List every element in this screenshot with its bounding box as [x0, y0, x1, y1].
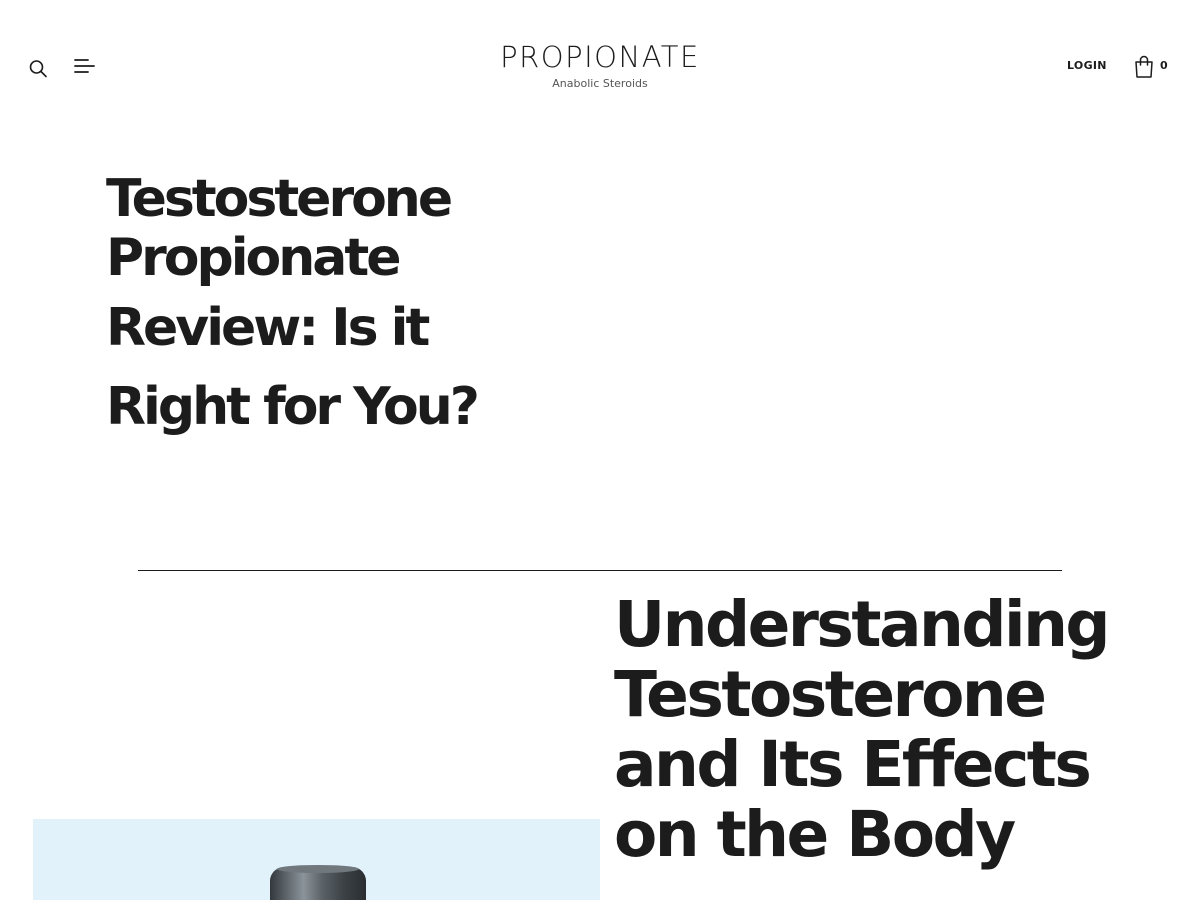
page-title: Testosterone Propionate Review: Is it Ri… — [106, 170, 576, 447]
section-heading: Understanding Testosterone and Its Effec… — [614, 588, 1111, 871]
site-logo[interactable]: PROPIONATE Anabolic Steroids — [400, 40, 800, 92]
site-header: PROPIONATE Anabolic Steroids LOGIN 0 — [0, 0, 1200, 130]
cart-button[interactable] — [1133, 55, 1155, 79]
brand-tagline: Anabolic Steroids — [552, 77, 648, 90]
shopping-bag-icon — [1135, 55, 1153, 78]
brand-name: PROPIONATE — [500, 40, 700, 74]
section-divider — [138, 570, 1062, 571]
menu-button[interactable] — [74, 57, 96, 75]
product-image — [33, 819, 600, 900]
search-button[interactable] — [28, 58, 48, 78]
page-title-line-1: Testosterone Propionate — [106, 169, 453, 288]
login-link[interactable]: LOGIN — [1067, 59, 1107, 72]
search-icon — [29, 60, 47, 78]
page-title-line-2: Review: Is it Right for You? — [106, 298, 480, 437]
vial-cap-top — [277, 865, 359, 873]
cart-count: 0 — [1160, 59, 1168, 72]
menu-icon — [74, 59, 95, 73]
page: PROPIONATE Anabolic Steroids LOGIN 0 Tes… — [0, 0, 1200, 900]
